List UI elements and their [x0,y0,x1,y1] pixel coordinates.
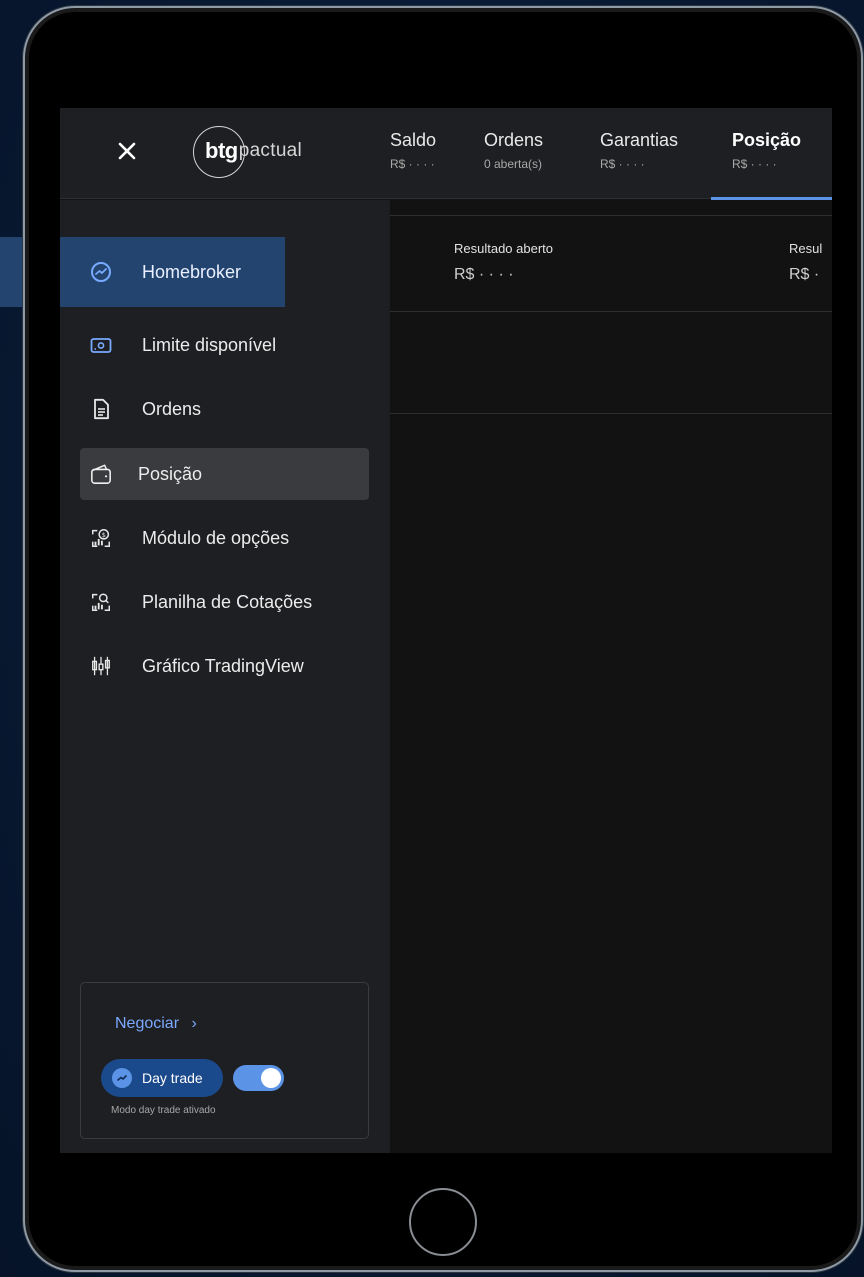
sidebar-item-label: Limite disponível [142,334,277,355]
sidebar-item-grafico-tradingview[interactable]: Gráfico TradingView [80,640,369,692]
sidebar-item-label: Homebroker [142,261,242,282]
top-bar: btg pactual Saldo R$ · · · · Ordens 0 ab… [60,108,832,199]
tablet-home-button[interactable] [409,1188,477,1256]
negociar-label: Negociar [115,1015,180,1032]
metric-resultado-aberto: Resultado aberto R$ · · · · [454,241,553,284]
tab-label: Saldo [390,130,437,150]
divider [390,215,832,216]
chevron-right-icon: › [191,1015,197,1032]
metric-label: Resul [789,241,823,256]
metric-label: Resultado aberto [454,241,554,256]
metric-resultado-partial: Resul R$ · [789,241,822,284]
tab-ordens[interactable]: Ordens 0 aberta(s) [484,130,543,171]
candlestick-icon [90,655,112,677]
wallet-icon [90,463,112,485]
sidebar-item-limite-disponivel[interactable]: Limite disponível [80,319,369,371]
day-trade-button[interactable]: Day trade [101,1059,223,1097]
tab-saldo[interactable]: Saldo R$ · · · · [390,130,436,171]
logo-btg: btg [205,138,238,163]
quotes-chart-icon [90,591,112,613]
cash-icon [90,334,112,356]
sidebar-item-homebroker[interactable]: Homebroker [60,237,285,307]
sidebar-item-modulo-de-opcoes[interactable]: $ Módulo de opções [80,512,369,564]
tab-sub: R$ · · · · [732,157,777,171]
sidebar-item-posicao[interactable]: Posição [80,448,369,500]
svg-text:$: $ [102,531,106,539]
divider [390,413,832,414]
sidebar-item-label: Planilha de Cotações [142,591,313,612]
close-icon[interactable] [112,136,142,166]
sidebar-item-label: Módulo de opções [142,527,290,548]
tab-label: Garantias [600,130,679,150]
day-trade-status: Modo day trade ativado [111,1105,216,1116]
day-trade-toggle[interactable] [233,1065,284,1091]
trend-up-circle-icon [90,261,112,283]
logo-pactual: pactual [238,140,303,161]
tab-sub: 0 aberta(s) [484,157,543,171]
sidebar-item-planilha-de-cotacoes[interactable]: Planilha de Cotações [80,576,369,628]
sidebar-item-label: Ordens [142,398,202,419]
sidebar-item-label: Gráfico TradingView [142,655,304,676]
options-chart-icon: $ [90,527,112,549]
app-screen: btg pactual Saldo R$ · · · · Ordens 0 ab… [60,108,832,1153]
tab-sub: R$ · · · · [600,157,645,171]
day-trade-label: Day trade [142,1070,203,1086]
metric-value: R$ · [789,266,820,283]
divider [390,311,832,312]
sidebar-item-ordens[interactable]: Ordens [80,383,369,435]
sidebar-drawer: Homebroker Limite disponível Ordens Posi… [60,200,390,1153]
toggle-knob [261,1068,281,1088]
document-icon [90,398,112,420]
trade-card: Negociar › Day trade Modo day trade ativ… [80,982,369,1139]
tab-sub: R$ · · · · [390,157,435,171]
tab-posicao[interactable]: Posição R$ · · · · [732,130,801,171]
trend-up-icon [112,1068,132,1088]
metric-value: R$ · · · · [454,266,514,283]
tab-label: Posição [732,130,802,150]
tab-label: Ordens [484,130,544,150]
active-tab-indicator [711,197,832,200]
negociar-link[interactable]: Negociar › [115,1015,197,1033]
tab-garantias[interactable]: Garantias R$ · · · · [600,130,678,171]
btg-pactual-logo: btg pactual [193,126,333,178]
sidebar-item-label: Posição [138,463,203,484]
